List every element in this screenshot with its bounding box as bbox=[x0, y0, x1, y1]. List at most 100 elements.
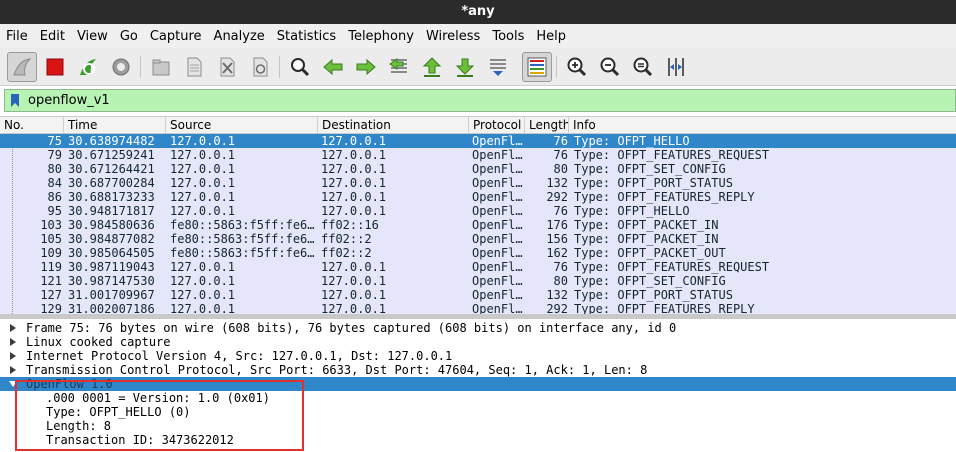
packet-cell-protocol: OpenFl… bbox=[472, 176, 523, 190]
go-to-packet-icon[interactable] bbox=[384, 52, 414, 82]
detail-tree-item[interactable]: Internet Protocol Version 4, Src: 127.0.… bbox=[0, 349, 956, 363]
column-header-source[interactable]: Source bbox=[166, 117, 318, 133]
packet-cell-source: 127.0.0.1 bbox=[170, 204, 236, 218]
openflow-field-item[interactable]: .000 0001 = Version: 1.0 (0x01) bbox=[0, 391, 956, 405]
packet-cell-destination: ff02::2 bbox=[321, 232, 372, 246]
colorize-icon[interactable] bbox=[522, 52, 552, 82]
display-filter-input[interactable] bbox=[28, 91, 955, 110]
capture-options-gear-icon[interactable] bbox=[106, 52, 136, 82]
detail-tree-item[interactable]: Linux cooked capture bbox=[0, 335, 956, 349]
last-packet-icon[interactable] bbox=[450, 52, 480, 82]
packet-row[interactable]: 109 30.985064505 fe80::5863:f5ff:fe6… ff02:… bbox=[0, 246, 956, 260]
menu-telephony[interactable]: Telephony bbox=[348, 29, 414, 44]
resize-columns-icon[interactable] bbox=[661, 52, 691, 82]
filter-bookmark-icon[interactable] bbox=[10, 93, 24, 109]
packet-cell-source: fe80::5863:f5ff:fe6… bbox=[170, 218, 315, 232]
collapsed-arrow-icon[interactable] bbox=[8, 337, 18, 347]
detail-tree-item[interactable]: OpenFlow 1.0 bbox=[0, 377, 956, 391]
packet-list[interactable]: 75 30.638974482 127.0.0.1 127.0.0.1 OpenFl… 7… bbox=[0, 134, 956, 314]
menu-file[interactable]: File bbox=[6, 29, 28, 44]
packet-cell-source: 127.0.0.1 bbox=[170, 288, 236, 302]
packet-details-pane[interactable]: Frame 75: 76 bytes on wire (608 bits), 7… bbox=[0, 318, 956, 452]
go-back-icon[interactable] bbox=[318, 52, 348, 82]
packet-row[interactable]: 105 30.984877082 fe80::5863:f5ff:fe6… ff02:… bbox=[0, 232, 956, 246]
packet-cell-no: 86 bbox=[47, 190, 62, 204]
openflow-field-label: Length: 8 bbox=[46, 419, 112, 433]
packet-row[interactable]: 127 31.001709967 127.0.0.1 127.0.0.1 OpenFl…… bbox=[0, 288, 956, 302]
packet-cell-protocol: OpenFl… bbox=[472, 134, 523, 148]
shark-fin-start-icon[interactable] bbox=[7, 52, 37, 82]
menu-capture[interactable]: Capture bbox=[150, 29, 202, 44]
packet-cell-destination: 127.0.0.1 bbox=[321, 274, 387, 288]
stop-icon[interactable] bbox=[40, 52, 70, 82]
zoom-out-icon[interactable] bbox=[595, 52, 625, 82]
window-title-bar: *any bbox=[0, 0, 956, 24]
go-forward-icon[interactable] bbox=[351, 52, 381, 82]
toolbar-separator bbox=[279, 56, 280, 78]
menu-go[interactable]: Go bbox=[120, 29, 138, 44]
detail-tree-item[interactable]: Transmission Control Protocol, Src Port:… bbox=[0, 363, 956, 377]
openflow-field-item[interactable]: Transaction ID: 3473622012 bbox=[0, 433, 956, 447]
packet-cell-time: 30.984877082 bbox=[68, 232, 155, 246]
packet-cell-protocol: OpenFl… bbox=[472, 232, 523, 246]
openflow-field-item[interactable]: Type: OFPT_HELLO (0) bbox=[0, 405, 956, 419]
packet-cell-no: 75 bbox=[47, 134, 62, 148]
zoom-in-icon[interactable] bbox=[562, 52, 592, 82]
packet-list-header: No. Time Source Destination Protocol Len… bbox=[0, 116, 956, 134]
packet-cell-destination: 127.0.0.1 bbox=[321, 162, 387, 176]
column-header-info[interactable]: Info bbox=[569, 117, 956, 133]
packet-cell-destination: 127.0.0.1 bbox=[321, 302, 387, 314]
close-file-icon[interactable] bbox=[212, 52, 242, 82]
packet-cell-source: fe80::5863:f5ff:fe6… bbox=[170, 232, 315, 246]
packet-cell-info: Type: OFPT_FEATURES_REQUEST bbox=[574, 148, 770, 162]
packet-row[interactable]: 119 30.987119043 127.0.0.1 127.0.0.1 OpenFl…… bbox=[0, 260, 956, 274]
zoom-normal-icon[interactable] bbox=[628, 52, 658, 82]
packet-cell-info: Type: OFPT_SET_CONFIG bbox=[574, 274, 726, 288]
packet-row[interactable]: 121 30.987147530 127.0.0.1 127.0.0.1 OpenFl…… bbox=[0, 274, 956, 288]
collapsed-arrow-icon[interactable] bbox=[8, 323, 18, 333]
packet-row[interactable]: 95 30.948171817 127.0.0.1 127.0.0.1 OpenFl… 7… bbox=[0, 204, 956, 218]
packet-row[interactable]: 86 30.688173233 127.0.0.1 127.0.0.1 OpenFl… 2… bbox=[0, 190, 956, 204]
reload-file-icon[interactable] bbox=[245, 52, 275, 82]
packet-cell-time: 30.671264421 bbox=[68, 162, 155, 176]
packet-cell-source: 127.0.0.1 bbox=[170, 274, 236, 288]
packet-cell-length: 132 bbox=[546, 288, 568, 302]
column-header-destination[interactable]: Destination bbox=[318, 117, 469, 133]
packet-row[interactable]: 103 30.984580636 fe80::5863:f5ff:fe6… ff02:… bbox=[0, 218, 956, 232]
packet-cell-protocol: OpenFl… bbox=[472, 302, 523, 314]
packet-cell-no: 129 bbox=[40, 302, 62, 314]
packet-row[interactable]: 75 30.638974482 127.0.0.1 127.0.0.1 OpenFl… 7… bbox=[0, 134, 956, 148]
menu-help[interactable]: Help bbox=[536, 29, 566, 44]
menu-tools[interactable]: Tools bbox=[492, 29, 524, 44]
expanded-arrow-icon[interactable] bbox=[8, 379, 18, 389]
detail-tree-label: Transmission Control Protocol, Src Port:… bbox=[26, 363, 648, 377]
packet-row[interactable]: 84 30.687700284 127.0.0.1 127.0.0.1 OpenFl… 1… bbox=[0, 176, 956, 190]
menu-analyze[interactable]: Analyze bbox=[214, 29, 265, 44]
collapsed-arrow-icon[interactable] bbox=[8, 365, 18, 375]
menu-view[interactable]: View bbox=[77, 29, 108, 44]
toolbar-separator bbox=[556, 56, 557, 78]
menu-wireless[interactable]: Wireless bbox=[426, 29, 480, 44]
first-packet-icon[interactable] bbox=[417, 52, 447, 82]
open-file-icon[interactable] bbox=[146, 52, 176, 82]
save-file-icon[interactable] bbox=[179, 52, 209, 82]
column-header-length[interactable]: Length bbox=[525, 117, 569, 133]
packet-row[interactable]: 79 30.671259241 127.0.0.1 127.0.0.1 OpenFl… 7… bbox=[0, 148, 956, 162]
packet-cell-source: 127.0.0.1 bbox=[170, 148, 236, 162]
autoscroll-icon[interactable] bbox=[483, 52, 513, 82]
openflow-field-label: Type: OFPT_HELLO (0) bbox=[46, 405, 191, 419]
detail-tree-item[interactable]: Frame 75: 76 bytes on wire (608 bits), 7… bbox=[0, 321, 956, 335]
menu-statistics[interactable]: Statistics bbox=[277, 29, 336, 44]
packet-cell-protocol: OpenFl… bbox=[472, 204, 523, 218]
collapsed-arrow-icon[interactable] bbox=[8, 351, 18, 361]
menu-edit[interactable]: Edit bbox=[40, 29, 65, 44]
packet-cell-time: 30.987119043 bbox=[68, 260, 155, 274]
restart-icon[interactable] bbox=[73, 52, 103, 82]
packet-row[interactable]: 129 31.002007186 127.0.0.1 127.0.0.1 OpenFl…… bbox=[0, 302, 956, 314]
find-packet-icon[interactable] bbox=[285, 52, 315, 82]
packet-row[interactable]: 80 30.671264421 127.0.0.1 127.0.0.1 OpenFl… 8… bbox=[0, 162, 956, 176]
openflow-field-item[interactable]: Length: 8 bbox=[0, 419, 956, 433]
column-header-protocol[interactable]: Protocol bbox=[469, 117, 525, 133]
column-header-no[interactable]: No. bbox=[0, 117, 64, 133]
column-header-time[interactable]: Time bbox=[64, 117, 166, 133]
